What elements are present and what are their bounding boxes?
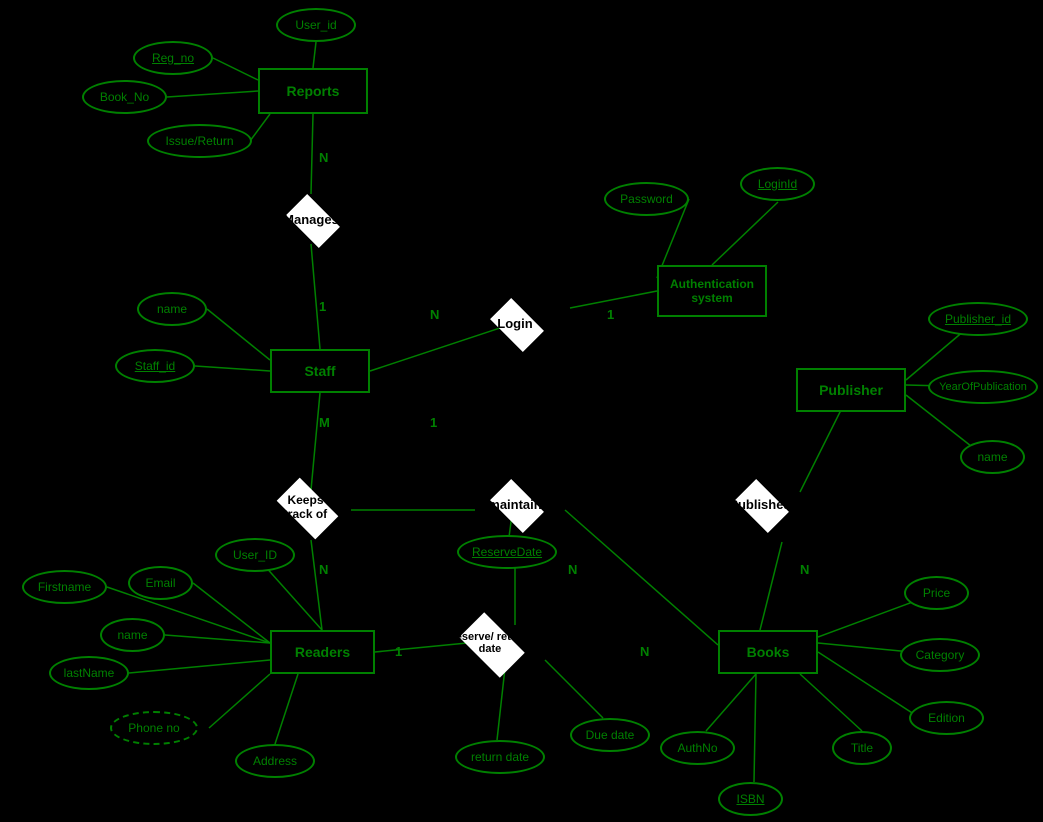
relationship-login: Login [475, 298, 555, 348]
attr-staff-id: Staff_id [115, 349, 195, 383]
entity-staff: Staff [270, 349, 370, 393]
entity-publisher: Publisher [796, 368, 906, 412]
attr-address: Address [235, 744, 315, 778]
card-n5: N [640, 644, 649, 659]
attr-user-id2: User_ID [215, 538, 295, 572]
attr-password: Password [604, 182, 689, 216]
attr-user-id: User_id [276, 8, 356, 42]
attr-yearofpub: YearOfPublication [928, 370, 1038, 404]
attr-due-date: Due date [570, 718, 650, 752]
relationship-reservereturn: reserve/ return date [440, 613, 540, 673]
relationship-manages: Manages [271, 194, 351, 244]
attr-isbn: ISBN [718, 782, 783, 816]
relationship-maintain: maintain [475, 479, 555, 529]
attr-authno: AuthNo [660, 731, 735, 765]
attr-phone-no: Phone no [110, 711, 198, 745]
card-1a: 1 [319, 299, 326, 314]
attr-lastname: lastName [49, 656, 129, 690]
card-n2: N [430, 307, 439, 322]
attr-reservedate: ReserveDate [457, 535, 557, 569]
card-m: M [319, 415, 330, 430]
entity-authentication: Authentication system [657, 265, 767, 317]
attr-return-date: return date [455, 740, 545, 774]
attr-name-reader: name [100, 618, 165, 652]
card-n3: N [319, 562, 328, 577]
attr-loginid: LoginId [740, 167, 815, 201]
attr-issue-return: Issue/Return [147, 124, 252, 158]
attr-price: Price [904, 576, 969, 610]
attr-publisher-id: Publisher_id [928, 302, 1028, 336]
attr-title: Title [832, 731, 892, 765]
attr-reg-no: Reg_no [133, 41, 213, 75]
card-n4: N [568, 562, 577, 577]
attr-name-pub: name [960, 440, 1025, 474]
card-n6: N [800, 562, 809, 577]
attr-name-staff: name [137, 292, 207, 326]
card-1d: 1 [395, 644, 402, 659]
relationship-publishes: Publishes [720, 479, 800, 529]
er-diagram: Reports Staff Authentication system Publ… [0, 0, 1043, 822]
entity-readers: Readers [270, 630, 375, 674]
entity-reports: Reports [258, 68, 368, 114]
card-n1: N [319, 150, 328, 165]
relationship-keepstrackof: Keeps track of [258, 479, 353, 534]
entity-books: Books [718, 630, 818, 674]
attr-edition: Edition [909, 701, 984, 735]
card-1c: 1 [430, 415, 437, 430]
attr-category: Category [900, 638, 980, 672]
attr-book-no: Book_No [82, 80, 167, 114]
attr-firstname: Firstname [22, 570, 107, 604]
card-1b: 1 [607, 307, 614, 322]
attr-email: Email [128, 566, 193, 600]
